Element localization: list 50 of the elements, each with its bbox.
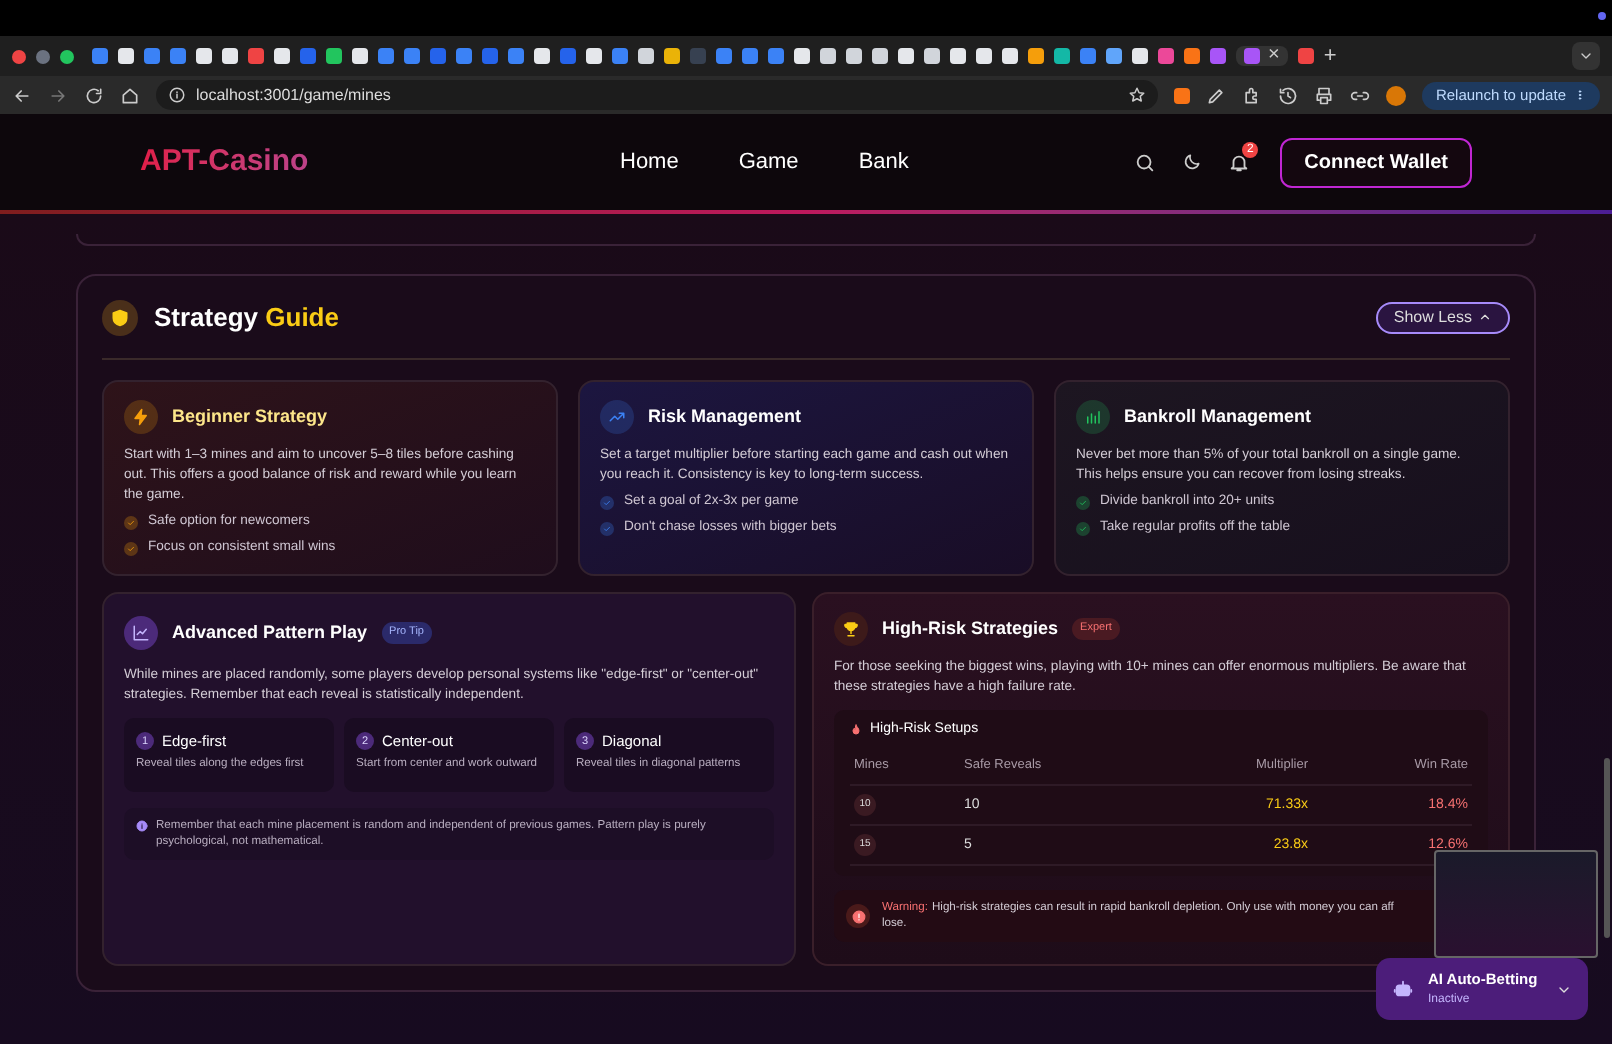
home-icon bbox=[120, 85, 140, 105]
card-title: Advanced Pattern Play bbox=[172, 619, 368, 646]
pen-icon bbox=[1205, 85, 1226, 105]
printer-icon bbox=[1313, 85, 1334, 105]
connect-wallet-button[interactable]: Connect Wallet bbox=[1280, 137, 1472, 187]
moon-icon bbox=[1182, 152, 1203, 172]
alert-icon bbox=[851, 909, 865, 924]
card-title: Risk Management bbox=[648, 403, 802, 430]
nav-link[interactable]: Game bbox=[738, 145, 799, 179]
bolt-icon bbox=[132, 408, 150, 426]
card-title: Beginner Strategy bbox=[172, 403, 328, 430]
tab-list-button[interactable] bbox=[1572, 42, 1600, 70]
address-bar[interactable]: localhost:3001/game/mines bbox=[156, 80, 1158, 110]
bar-chart-icon bbox=[1084, 408, 1102, 426]
nav-link[interactable]: Home bbox=[620, 145, 679, 179]
new-tab-button[interactable]: + bbox=[1323, 45, 1337, 67]
scrollbar-thumb[interactable] bbox=[1604, 758, 1610, 938]
back-icon bbox=[12, 85, 32, 105]
info-icon bbox=[136, 820, 148, 832]
maximize-window-icon[interactable] bbox=[60, 49, 74, 63]
extension-icon[interactable] bbox=[1173, 87, 1190, 103]
trend-up-icon bbox=[608, 408, 626, 426]
nav-link[interactable]: Bank bbox=[858, 145, 909, 179]
tab-favicon-icon[interactable] bbox=[1244, 48, 1260, 64]
close-window-icon[interactable] bbox=[12, 49, 26, 63]
screenshot-thumbnail[interactable] bbox=[1434, 850, 1598, 958]
more-icon bbox=[1574, 86, 1586, 104]
minimize-window-icon[interactable] bbox=[36, 49, 50, 63]
show-less-button[interactable]: Show Less bbox=[1375, 301, 1510, 333]
tab-favicon-icon[interactable] bbox=[1297, 48, 1314, 64]
profile-avatar[interactable] bbox=[1385, 85, 1406, 105]
robot-icon bbox=[1392, 978, 1414, 1000]
flame-icon bbox=[850, 724, 862, 737]
site-info-icon bbox=[168, 86, 186, 104]
history-icon bbox=[1277, 85, 1298, 105]
card-title: High-Risk Strategies bbox=[882, 615, 1059, 642]
reload-icon bbox=[84, 85, 104, 105]
card-title: Bankroll Management bbox=[1124, 403, 1312, 430]
search-icon bbox=[1134, 151, 1157, 173]
chevron-up-icon bbox=[1478, 310, 1492, 324]
forward-icon bbox=[48, 85, 68, 105]
puzzle-icon bbox=[1241, 85, 1262, 105]
bell-icon bbox=[1228, 151, 1251, 173]
shield-icon bbox=[110, 307, 130, 327]
section-title: Strategy Guide bbox=[154, 299, 339, 336]
line-chart-icon bbox=[132, 624, 150, 642]
chevron-down-icon bbox=[1578, 48, 1594, 64]
url-text: localhost:3001/game/mines bbox=[196, 83, 391, 107]
star-icon bbox=[1127, 86, 1146, 104]
trophy-icon bbox=[842, 620, 860, 638]
